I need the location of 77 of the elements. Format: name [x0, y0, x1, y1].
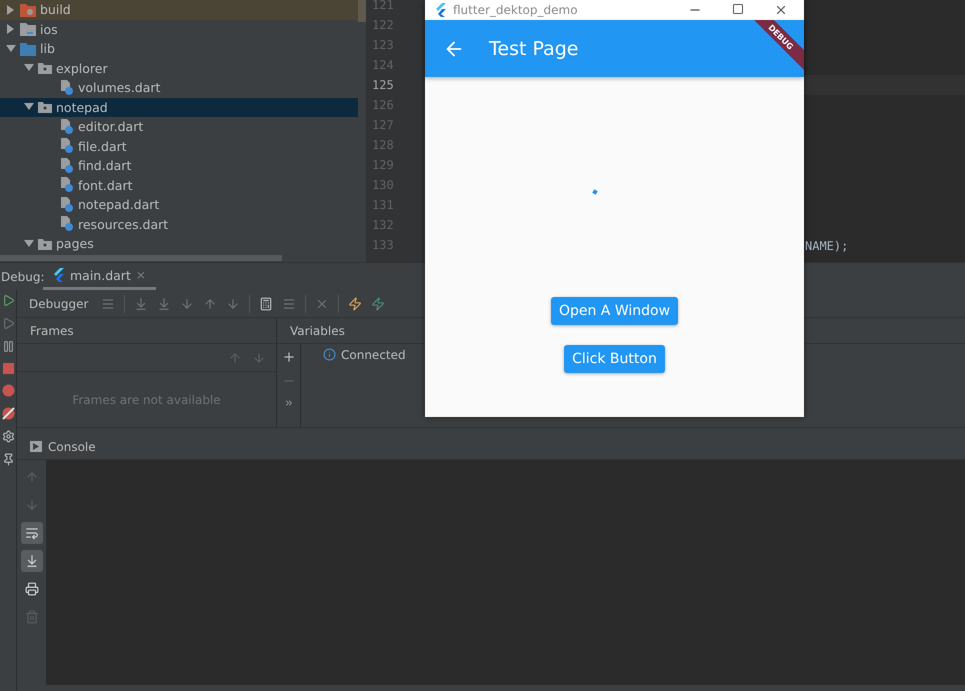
scrollbar-thumb[interactable]: [358, 0, 366, 22]
add-icon[interactable]: [282, 350, 296, 364]
action-button[interactable]: Open A Window: [550, 297, 678, 325]
rerun-icon[interactable]: [2, 294, 14, 307]
step-over-icon[interactable]: [134, 296, 148, 310]
mute-breakpoints-icon[interactable]: [2, 407, 14, 420]
page-title: Test Page: [489, 38, 578, 60]
file-icon: [60, 158, 74, 174]
folder-icon: [20, 22, 36, 36]
file-icon: [60, 196, 74, 213]
package-icon: [38, 238, 52, 250]
scroll-to-end-icon: [24, 554, 38, 568]
tree-item[interactable]: resources.dart: [0, 214, 358, 234]
file-icon: [60, 138, 74, 154]
scrollbar-thumb[interactable]: [0, 255, 282, 261]
breakpoints-icon[interactable]: [2, 384, 14, 397]
more-icon[interactable]: [284, 398, 294, 408]
step-into-icon[interactable]: [157, 296, 172, 310]
flutter-icon: [53, 268, 65, 282]
tree-item[interactable]: notepad.dart: [0, 195, 358, 214]
run-to-cursor-icon[interactable]: [226, 296, 240, 310]
expand-icon[interactable]: [6, 4, 16, 15]
folder-icon: [20, 42, 36, 56]
tree-item[interactable]: pages: [0, 234, 358, 254]
file-icon: [60, 216, 74, 232]
file-icon: [60, 177, 74, 194]
wrap-button[interactable]: [20, 522, 42, 544]
tree-item[interactable]: file.dart: [0, 136, 358, 156]
panel-title: Frames: [30, 324, 74, 338]
file-icon: [60, 80, 74, 96]
file-icon: [60, 118, 74, 135]
panel-label: Debug:: [1, 270, 43, 284]
action-button[interactable]: Click Button: [564, 345, 665, 373]
tree-item[interactable]: explorer: [0, 58, 358, 78]
console-icon: [30, 441, 42, 452]
tree-item[interactable]: lib: [0, 39, 358, 58]
collapse-icon[interactable]: [24, 63, 34, 74]
info-icon: [323, 348, 336, 361]
lightning-icon[interactable]: [348, 296, 362, 310]
scroll-to-end-button[interactable]: [20, 550, 42, 572]
menu-icon[interactable]: [101, 296, 116, 310]
resume-icon[interactable]: [2, 317, 14, 330]
pin-icon[interactable]: [2, 453, 14, 466]
tree-item[interactable]: volumes.dart: [0, 78, 358, 98]
folder-icon: [20, 2, 36, 17]
printer-icon[interactable]: [24, 582, 38, 596]
tree-item[interactable]: find.dart: [0, 156, 358, 176]
expand-icon[interactable]: [6, 24, 16, 34]
package-icon: [38, 62, 52, 74]
progress-indicator: [592, 189, 598, 195]
maximize-icon[interactable]: [732, 3, 744, 15]
close-icon[interactable]: [774, 3, 788, 17]
flutter-icon: [435, 3, 447, 17]
step-out-icon[interactable]: [203, 296, 218, 310]
tree-item[interactable]: editor.dart: [0, 117, 358, 136]
panel-title: Console: [48, 440, 96, 454]
tree-item[interactable]: build: [0, 0, 358, 20]
panel-title: Variables: [290, 324, 345, 338]
wrap-icon: [24, 526, 38, 540]
line-number: 125: [371, 77, 395, 94]
collapse-icon[interactable]: [24, 238, 34, 249]
pause-icon[interactable]: [2, 340, 14, 353]
collapse-icon[interactable]: [6, 44, 16, 54]
stop-icon[interactable]: [2, 363, 14, 374]
list-icon[interactable]: [282, 296, 296, 310]
collapse-icon[interactable]: [24, 102, 34, 112]
window-title: flutter_dektop_demo: [453, 3, 579, 17]
toolbar-title: Debugger: [29, 296, 88, 310]
code-text: NAME);: [805, 239, 848, 253]
settings-icon[interactable]: [2, 430, 14, 443]
package-icon: [38, 101, 52, 114]
calculator-icon[interactable]: [259, 296, 274, 310]
tree-item[interactable]: ios: [0, 20, 358, 39]
tree-item[interactable]: font.dart: [0, 176, 358, 195]
tree-item[interactable]: notepad: [0, 98, 358, 117]
step-into-icon[interactable]: [180, 296, 194, 310]
status-message: Connected: [341, 348, 406, 362]
